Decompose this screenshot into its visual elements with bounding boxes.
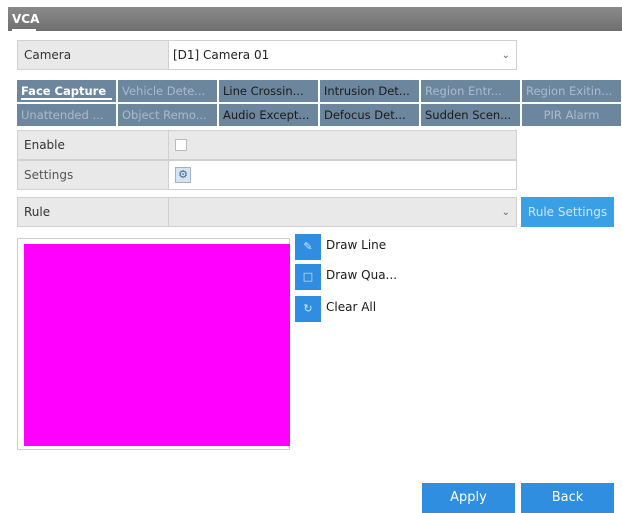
active-tab-underline <box>21 98 112 100</box>
apply-button[interactable]: Apply <box>422 483 515 513</box>
settings-label: Settings <box>24 168 74 182</box>
tab-intrusion-detection[interactable]: Intrusion Det... <box>320 80 419 102</box>
window-title: VCA <box>12 12 40 26</box>
rule-row: Rule ⌄ <box>17 197 517 227</box>
title-bar: VCA <box>8 7 622 31</box>
tab-audio-exception[interactable]: Audio Except... <box>219 104 318 126</box>
tab-pir-alarm[interactable]: PIR Alarm <box>522 104 621 126</box>
live-preview[interactable] <box>24 244 290 446</box>
tab-sudden-scene-change[interactable]: Sudden Scen... <box>421 104 520 126</box>
tab-unattended-baggage[interactable]: Unattended ... <box>17 104 116 126</box>
chevron-down-icon: ⌄ <box>501 50 510 61</box>
back-button[interactable]: Back <box>521 483 614 513</box>
camera-row: Camera [D1] Camera 01 ⌄ <box>17 40 517 70</box>
tab-face-capture[interactable]: Face Capture <box>17 80 116 102</box>
tab-vehicle-detection[interactable]: Vehicle Dete... <box>118 80 217 102</box>
rule-settings-button[interactable]: Rule Settings <box>521 197 614 227</box>
draw-quadrilateral-label: Draw Qua... <box>326 268 398 282</box>
tab-region-exiting[interactable]: Region Exitin... <box>522 80 621 102</box>
enable-row: Enable <box>17 130 517 160</box>
settings-field: ⚙ <box>168 161 516 189</box>
gear-icon[interactable]: ⚙ <box>175 167 191 183</box>
title-underline <box>12 29 36 31</box>
rule-label: Rule <box>24 205 51 219</box>
camera-label: Camera <box>24 48 72 62</box>
camera-value: [D1] Camera 01 <box>173 48 270 62</box>
rule-select[interactable]: ⌄ <box>168 198 516 226</box>
enable-checkbox[interactable] <box>175 139 187 151</box>
camera-select[interactable]: [D1] Camera 01 ⌄ <box>168 41 516 69</box>
chevron-down-icon: ⌄ <box>501 207 510 218</box>
pencil-icon[interactable]: ✎ <box>295 234 321 260</box>
tab-region-entrance[interactable]: Region Entr... <box>421 80 520 102</box>
clear-icon[interactable]: ↻ <box>295 296 321 322</box>
tab-defocus-detection[interactable]: Defocus Det... <box>320 104 419 126</box>
enable-label: Enable <box>24 138 65 152</box>
clear-all-label: Clear All <box>326 300 377 314</box>
preview-frame <box>17 238 290 450</box>
enable-field <box>168 131 516 159</box>
tab-line-crossing[interactable]: Line Crossin... <box>219 80 318 102</box>
draw-line-label: Draw Line <box>326 238 387 252</box>
edit-square-icon[interactable]: □ <box>295 264 321 290</box>
settings-row: Settings ⚙ <box>17 160 517 190</box>
tab-object-removal[interactable]: Object Remo... <box>118 104 217 126</box>
vca-window: VCA Camera [D1] Camera 01 ⌄ Face Capture… <box>8 7 622 513</box>
